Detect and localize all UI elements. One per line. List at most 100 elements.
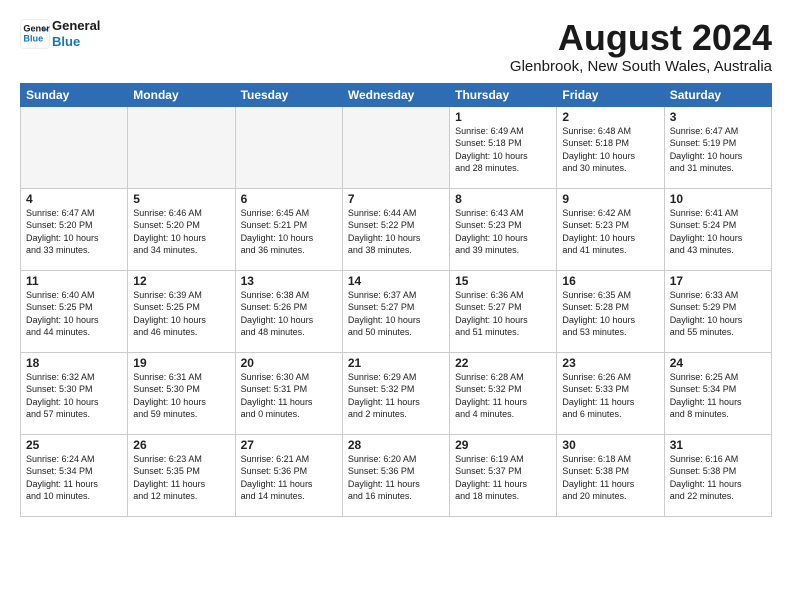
calendar: SundayMondayTuesdayWednesdayThursdayFrid… (20, 83, 772, 517)
calendar-cell: 24Sunrise: 6:25 AMSunset: 5:34 PMDayligh… (664, 352, 771, 434)
calendar-cell: 30Sunrise: 6:18 AMSunset: 5:38 PMDayligh… (557, 434, 664, 516)
location-title: Glenbrook, New South Wales, Australia (510, 58, 772, 75)
day-number: 12 (133, 274, 229, 288)
day-info: Sunrise: 6:42 AMSunset: 5:23 PMDaylight:… (562, 207, 658, 257)
day-info: Sunrise: 6:46 AMSunset: 5:20 PMDaylight:… (133, 207, 229, 257)
day-info: Sunrise: 6:30 AMSunset: 5:31 PMDaylight:… (241, 371, 337, 421)
day-info: Sunrise: 6:32 AMSunset: 5:30 PMDaylight:… (26, 371, 122, 421)
calendar-cell: 19Sunrise: 6:31 AMSunset: 5:30 PMDayligh… (128, 352, 235, 434)
svg-text:Blue: Blue (23, 33, 43, 43)
weekday-header-tuesday: Tuesday (235, 83, 342, 106)
day-info: Sunrise: 6:49 AMSunset: 5:18 PMDaylight:… (455, 125, 551, 175)
day-number: 19 (133, 356, 229, 370)
calendar-cell: 14Sunrise: 6:37 AMSunset: 5:27 PMDayligh… (342, 270, 449, 352)
day-number: 13 (241, 274, 337, 288)
day-info: Sunrise: 6:41 AMSunset: 5:24 PMDaylight:… (670, 207, 766, 257)
day-number: 20 (241, 356, 337, 370)
day-number: 26 (133, 438, 229, 452)
calendar-cell: 9Sunrise: 6:42 AMSunset: 5:23 PMDaylight… (557, 188, 664, 270)
day-info: Sunrise: 6:23 AMSunset: 5:35 PMDaylight:… (133, 453, 229, 503)
weekday-header-sunday: Sunday (21, 83, 128, 106)
calendar-cell (21, 106, 128, 188)
day-number: 25 (26, 438, 122, 452)
calendar-cell: 12Sunrise: 6:39 AMSunset: 5:25 PMDayligh… (128, 270, 235, 352)
calendar-cell: 11Sunrise: 6:40 AMSunset: 5:25 PMDayligh… (21, 270, 128, 352)
day-number: 6 (241, 192, 337, 206)
day-number: 28 (348, 438, 444, 452)
day-info: Sunrise: 6:44 AMSunset: 5:22 PMDaylight:… (348, 207, 444, 257)
calendar-cell: 21Sunrise: 6:29 AMSunset: 5:32 PMDayligh… (342, 352, 449, 434)
calendar-cell: 8Sunrise: 6:43 AMSunset: 5:23 PMDaylight… (450, 188, 557, 270)
day-number: 24 (670, 356, 766, 370)
logo-icon: General Blue (20, 19, 50, 49)
day-info: Sunrise: 6:24 AMSunset: 5:34 PMDaylight:… (26, 453, 122, 503)
day-info: Sunrise: 6:29 AMSunset: 5:32 PMDaylight:… (348, 371, 444, 421)
calendar-cell: 29Sunrise: 6:19 AMSunset: 5:37 PMDayligh… (450, 434, 557, 516)
calendar-cell: 6Sunrise: 6:45 AMSunset: 5:21 PMDaylight… (235, 188, 342, 270)
calendar-cell: 22Sunrise: 6:28 AMSunset: 5:32 PMDayligh… (450, 352, 557, 434)
day-info: Sunrise: 6:39 AMSunset: 5:25 PMDaylight:… (133, 289, 229, 339)
day-number: 14 (348, 274, 444, 288)
day-number: 17 (670, 274, 766, 288)
day-info: Sunrise: 6:38 AMSunset: 5:26 PMDaylight:… (241, 289, 337, 339)
day-info: Sunrise: 6:45 AMSunset: 5:21 PMDaylight:… (241, 207, 337, 257)
day-number: 10 (670, 192, 766, 206)
day-number: 9 (562, 192, 658, 206)
day-info: Sunrise: 6:28 AMSunset: 5:32 PMDaylight:… (455, 371, 551, 421)
day-number: 1 (455, 110, 551, 124)
day-number: 7 (348, 192, 444, 206)
day-number: 21 (348, 356, 444, 370)
day-number: 22 (455, 356, 551, 370)
day-info: Sunrise: 6:47 AMSunset: 5:19 PMDaylight:… (670, 125, 766, 175)
day-info: Sunrise: 6:18 AMSunset: 5:38 PMDaylight:… (562, 453, 658, 503)
calendar-cell: 27Sunrise: 6:21 AMSunset: 5:36 PMDayligh… (235, 434, 342, 516)
day-number: 31 (670, 438, 766, 452)
day-number: 29 (455, 438, 551, 452)
day-number: 11 (26, 274, 122, 288)
day-number: 18 (26, 356, 122, 370)
day-info: Sunrise: 6:21 AMSunset: 5:36 PMDaylight:… (241, 453, 337, 503)
day-info: Sunrise: 6:47 AMSunset: 5:20 PMDaylight:… (26, 207, 122, 257)
calendar-cell: 4Sunrise: 6:47 AMSunset: 5:20 PMDaylight… (21, 188, 128, 270)
day-number: 16 (562, 274, 658, 288)
calendar-cell (128, 106, 235, 188)
calendar-cell: 13Sunrise: 6:38 AMSunset: 5:26 PMDayligh… (235, 270, 342, 352)
calendar-cell (235, 106, 342, 188)
calendar-cell: 28Sunrise: 6:20 AMSunset: 5:36 PMDayligh… (342, 434, 449, 516)
day-number: 15 (455, 274, 551, 288)
calendar-cell: 3Sunrise: 6:47 AMSunset: 5:19 PMDaylight… (664, 106, 771, 188)
logo-text: General Blue (52, 18, 100, 49)
calendar-cell: 7Sunrise: 6:44 AMSunset: 5:22 PMDaylight… (342, 188, 449, 270)
day-info: Sunrise: 6:16 AMSunset: 5:38 PMDaylight:… (670, 453, 766, 503)
weekday-header-saturday: Saturday (664, 83, 771, 106)
day-number: 3 (670, 110, 766, 124)
calendar-cell: 5Sunrise: 6:46 AMSunset: 5:20 PMDaylight… (128, 188, 235, 270)
day-info: Sunrise: 6:31 AMSunset: 5:30 PMDaylight:… (133, 371, 229, 421)
day-info: Sunrise: 6:43 AMSunset: 5:23 PMDaylight:… (455, 207, 551, 257)
day-number: 23 (562, 356, 658, 370)
day-info: Sunrise: 6:48 AMSunset: 5:18 PMDaylight:… (562, 125, 658, 175)
weekday-header-wednesday: Wednesday (342, 83, 449, 106)
calendar-cell: 17Sunrise: 6:33 AMSunset: 5:29 PMDayligh… (664, 270, 771, 352)
calendar-cell: 16Sunrise: 6:35 AMSunset: 5:28 PMDayligh… (557, 270, 664, 352)
day-number: 8 (455, 192, 551, 206)
day-info: Sunrise: 6:36 AMSunset: 5:27 PMDaylight:… (455, 289, 551, 339)
month-title: August 2024 (510, 18, 772, 58)
calendar-cell: 31Sunrise: 6:16 AMSunset: 5:38 PMDayligh… (664, 434, 771, 516)
header: General Blue General Blue August 2024 Gl… (20, 18, 772, 75)
calendar-cell: 10Sunrise: 6:41 AMSunset: 5:24 PMDayligh… (664, 188, 771, 270)
day-info: Sunrise: 6:35 AMSunset: 5:28 PMDaylight:… (562, 289, 658, 339)
calendar-cell: 23Sunrise: 6:26 AMSunset: 5:33 PMDayligh… (557, 352, 664, 434)
day-info: Sunrise: 6:20 AMSunset: 5:36 PMDaylight:… (348, 453, 444, 503)
day-info: Sunrise: 6:26 AMSunset: 5:33 PMDaylight:… (562, 371, 658, 421)
day-info: Sunrise: 6:37 AMSunset: 5:27 PMDaylight:… (348, 289, 444, 339)
title-block: August 2024 Glenbrook, New South Wales, … (510, 18, 772, 75)
day-info: Sunrise: 6:19 AMSunset: 5:37 PMDaylight:… (455, 453, 551, 503)
day-number: 27 (241, 438, 337, 452)
calendar-cell: 1Sunrise: 6:49 AMSunset: 5:18 PMDaylight… (450, 106, 557, 188)
day-info: Sunrise: 6:33 AMSunset: 5:29 PMDaylight:… (670, 289, 766, 339)
weekday-header-friday: Friday (557, 83, 664, 106)
day-info: Sunrise: 6:25 AMSunset: 5:34 PMDaylight:… (670, 371, 766, 421)
calendar-cell: 25Sunrise: 6:24 AMSunset: 5:34 PMDayligh… (21, 434, 128, 516)
calendar-cell (342, 106, 449, 188)
